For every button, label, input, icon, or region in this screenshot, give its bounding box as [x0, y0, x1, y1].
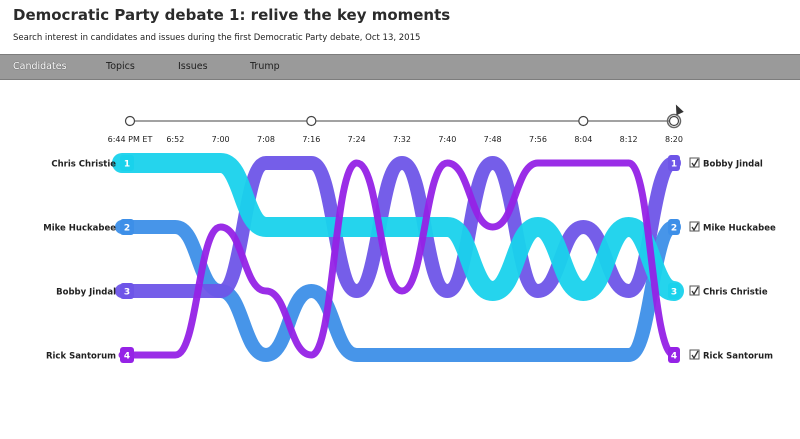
timeline-tick-label: 6:52 — [166, 135, 184, 144]
timeline-tick-label: 8:20 — [665, 135, 683, 144]
candidate-label-right[interactable]: Chris Christie — [703, 288, 768, 298]
timeline-tick-label: 7:56 — [529, 135, 547, 144]
candidate-label-right[interactable]: Bobby Jindal — [703, 160, 763, 170]
end-rank-number: 2 — [671, 224, 677, 234]
page-title: Democratic Party debate 1: relive the ke… — [13, 6, 451, 24]
bump-chart: 6:44 PM ET 6:52 7:00 7:08 7:16 7:24 7:32 7:40 7:… — [43, 113, 776, 363]
timeline-marker[interactable] — [306, 115, 317, 127]
start-rank-number: 1 — [124, 160, 130, 170]
page-subtitle: Search interest in candidates and issues… — [13, 33, 421, 43]
tab-candidates[interactable]: Candidates — [7, 55, 73, 79]
series-line-rick-santorum — [118, 159, 678, 359]
tab-trump[interactable]: Trump — [244, 55, 286, 79]
end-rank-number: 3 — [671, 288, 677, 298]
timeline-tick-label: 8:12 — [620, 135, 638, 144]
timeline-tick-label: 7:40 — [438, 135, 456, 144]
end-rank-number: 1 — [671, 160, 677, 170]
end-rank-number: 4 — [671, 352, 677, 362]
tab-topics[interactable]: Topics — [100, 55, 141, 79]
candidate-label-left: Bobby Jindal — [56, 288, 116, 298]
start-rank-number: 2 — [124, 224, 130, 234]
start-rank-number: 3 — [124, 288, 130, 298]
candidate-label-left: Mike Huckabee — [43, 224, 116, 234]
candidate-label-left: Rick Santorum — [46, 352, 116, 362]
timeline-tick-label: 7:08 — [257, 135, 275, 144]
timeline-tick-label: 8:04 — [574, 135, 592, 144]
timeline-tick-label: 7:32 — [393, 135, 411, 144]
timeline-tick-label: 7:48 — [484, 135, 502, 144]
timeline-marker[interactable] — [124, 115, 136, 127]
timeline-marker[interactable] — [578, 115, 589, 127]
timeline-tick-label: 6:44 PM ET — [108, 135, 153, 144]
start-rank-number: 4 — [124, 352, 130, 362]
candidate-label-right[interactable]: Mike Huckabee — [703, 224, 776, 234]
timeline-tick-label: 7:24 — [348, 135, 366, 144]
tab-issues[interactable]: Issues — [172, 55, 214, 79]
candidate-label-left: Chris Christie — [51, 160, 116, 170]
timeline-marker[interactable] — [668, 115, 680, 127]
timeline-tick-label: 7:00 — [212, 135, 230, 144]
tab-bar: Candidates Topics Issues Trump — [0, 54, 800, 80]
timeline-tick-label: 7:16 — [302, 135, 320, 144]
candidate-label-right[interactable]: Rick Santorum — [703, 352, 773, 362]
